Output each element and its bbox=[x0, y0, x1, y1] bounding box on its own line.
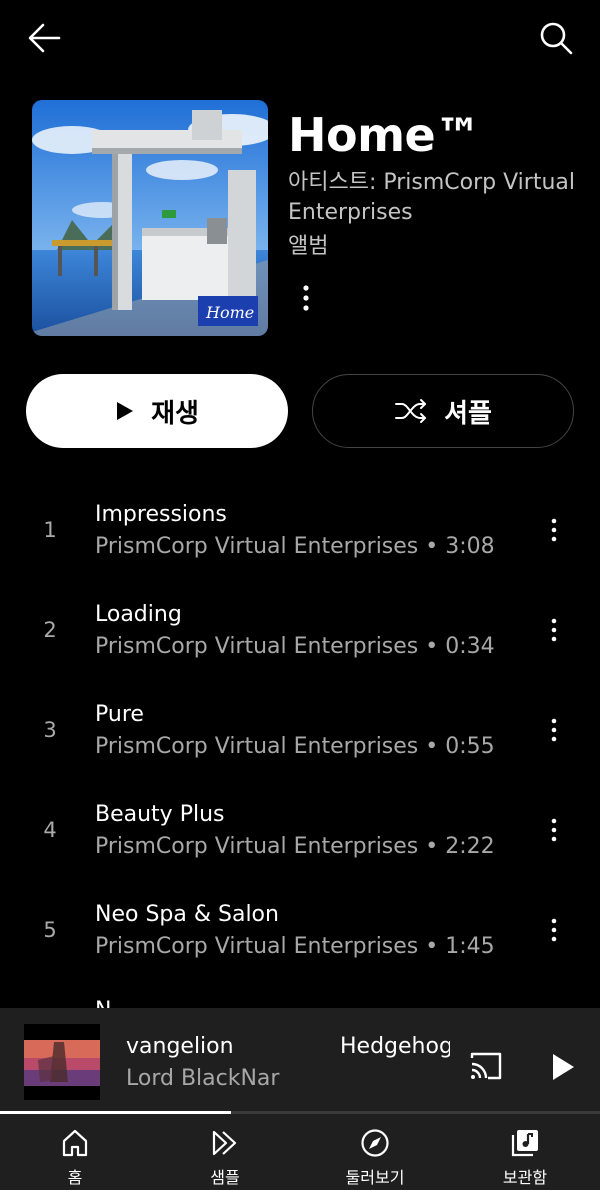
top-bar bbox=[0, 0, 600, 80]
track-list: 1 Impressions PrismCorp Virtual Enterpri… bbox=[0, 482, 600, 1082]
track-title: Neo Spa & Salon bbox=[95, 902, 279, 927]
more-vertical-icon[interactable] bbox=[542, 614, 566, 646]
album-page: Home Home™ 아티스트: PrismCorp Virtual Enter… bbox=[0, 0, 600, 1190]
track-number: 5 bbox=[43, 918, 57, 942]
track-row[interactable]: 4 Beauty Plus PrismCorp Virtual Enterpri… bbox=[0, 782, 600, 882]
shuffle-icon bbox=[395, 399, 427, 423]
arrow-left-icon[interactable] bbox=[26, 22, 62, 54]
more-vertical-icon[interactable] bbox=[294, 282, 318, 314]
track-title: Beauty Plus bbox=[95, 802, 225, 827]
nav-samples-label: 샘플 bbox=[210, 1168, 240, 1187]
track-meta: PrismCorp Virtual Enterprises • 0:34 bbox=[95, 634, 495, 659]
now-playing-title: vangelion bbox=[126, 1034, 234, 1059]
nav-library[interactable]: 보관함 bbox=[450, 1114, 600, 1190]
more-vertical-icon[interactable] bbox=[542, 514, 566, 546]
album-artist[interactable]: 아티스트: PrismCorp Virtual Enterprises bbox=[288, 168, 578, 228]
next-song-title: Hedgehog bbox=[340, 1034, 450, 1059]
play-button-label: 재생 bbox=[151, 398, 199, 429]
track-row[interactable]: 5 Neo Spa & Salon PrismCorp Virtual Ente… bbox=[0, 882, 600, 982]
play-icon bbox=[117, 402, 134, 420]
search-icon[interactable] bbox=[538, 20, 574, 56]
nav-library-label: 보관함 bbox=[502, 1168, 548, 1187]
track-row[interactable]: 3 Pure PrismCorp Virtual Enterprises • 0… bbox=[0, 682, 600, 782]
track-number: 1 bbox=[43, 518, 57, 542]
track-row[interactable]: 2 Loading PrismCorp Virtual Enterprises … bbox=[0, 582, 600, 682]
track-meta: PrismCorp Virtual Enterprises • 1:45 bbox=[95, 934, 495, 959]
cast-icon[interactable] bbox=[468, 1050, 504, 1082]
track-number: 2 bbox=[43, 618, 57, 642]
track-meta: PrismCorp Virtual Enterprises • 0:55 bbox=[95, 734, 495, 759]
track-meta: PrismCorp Virtual Enterprises • 3:08 bbox=[95, 534, 495, 559]
track-meta: PrismCorp Virtual Enterprises • 2:22 bbox=[95, 834, 495, 859]
art-logo-text: Home bbox=[205, 303, 254, 322]
album-art: Home bbox=[32, 100, 268, 336]
shuffle-button[interactable]: 셔플 bbox=[312, 374, 574, 448]
shuffle-button-label: 셔플 bbox=[444, 398, 492, 429]
nav-explore-label: 둘러보기 bbox=[345, 1168, 405, 1187]
track-title: Pure bbox=[95, 702, 144, 727]
track-row[interactable]: 1 Impressions PrismCorp Virtual Enterpri… bbox=[0, 482, 600, 582]
track-title: Loading bbox=[95, 602, 182, 627]
nav-home[interactable]: 홈 bbox=[0, 1114, 150, 1190]
play-button[interactable]: 재생 bbox=[26, 374, 288, 448]
now-playing-artwork bbox=[24, 1024, 100, 1100]
home-icon bbox=[62, 1129, 88, 1157]
more-vertical-icon[interactable] bbox=[542, 814, 566, 846]
nav-home-label: 홈 bbox=[67, 1168, 83, 1187]
bottom-nav: 홈 샘플 둘러보기 보관함 bbox=[0, 1114, 600, 1190]
album-title: Home™ bbox=[288, 108, 481, 162]
now-playing-artist: Lord BlackNar bbox=[126, 1066, 280, 1091]
library-icon bbox=[511, 1130, 538, 1157]
play-icon[interactable] bbox=[550, 1052, 576, 1082]
track-title: Impressions bbox=[95, 502, 227, 527]
mini-player[interactable]: vangelion Hedgehog Lord BlackNar bbox=[0, 1008, 600, 1114]
nav-explore[interactable]: 둘러보기 bbox=[300, 1114, 450, 1190]
nav-samples[interactable]: 샘플 bbox=[150, 1114, 300, 1190]
explore-icon bbox=[361, 1129, 389, 1157]
track-number: 3 bbox=[43, 718, 57, 742]
more-vertical-icon[interactable] bbox=[542, 914, 566, 946]
track-number: 4 bbox=[43, 818, 57, 842]
samples-icon bbox=[212, 1130, 237, 1156]
album-type: 앨범 bbox=[288, 234, 329, 259]
more-vertical-icon[interactable] bbox=[542, 714, 566, 746]
